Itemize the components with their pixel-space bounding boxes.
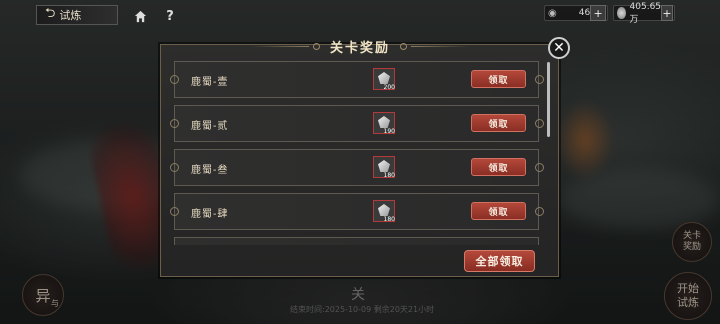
reward-row-name: 鹿蜀-肆 [191,209,229,220]
reward-item[interactable]: 190 [373,112,395,135]
reward-row-name: 鹿蜀-叁 [191,165,229,176]
reward-item[interactable]: 180 [373,200,395,223]
reward-qty: 200 [383,84,395,91]
back-label: 试炼 [59,9,82,22]
row-ornament [535,163,544,172]
reward-qty: 190 [383,128,395,135]
modal-title-bar: 关卡奖励 [250,36,471,56]
row-ornament [535,119,544,128]
home-icon [134,10,146,22]
claim-button[interactable]: 领取 [471,114,526,132]
row-ornament [170,207,179,216]
currency-value: 405.65万 [629,1,662,25]
title-ornament [400,42,408,50]
reward-item[interactable]: 180 [373,156,395,179]
reward-row: 鹿蜀-叁 180 领取 [174,149,539,186]
energy-value: 46 [578,8,591,18]
energy-display: ◉ 46 + [544,5,608,21]
home-button[interactable] [130,6,150,26]
claim-button[interactable]: 领取 [471,70,526,88]
back-button[interactable]: ⮌ 试炼 [36,5,118,25]
title-ornament [313,42,320,50]
row-ornament [170,119,179,128]
title-divider [250,45,309,47]
reward-row: 鹿蜀-壹 200 领取 [174,61,539,98]
claim-button[interactable]: 领取 [471,202,526,220]
help-icon: ? [166,8,174,24]
claim-button[interactable]: 领取 [471,158,526,176]
title-divider [411,45,471,47]
reward-row-name: 鹿蜀-贰 [191,121,229,132]
currency-plus-button[interactable]: + [661,5,673,21]
modal-title: 关卡奖励 [330,40,391,56]
reward-row: 鹿蜀-肆 180 领取 [174,193,539,230]
back-arrow-icon: ⮌ [45,6,56,21]
reward-item[interactable]: 200 [373,68,395,91]
row-ornament [535,207,544,216]
crystal-icon [378,204,390,216]
energy-plus-button[interactable]: + [590,5,606,21]
claim-all-button[interactable]: 全部领取 [464,250,535,272]
reward-row-name: 鹿蜀-壹 [191,77,229,88]
reward-qty: 180 [383,172,395,179]
crystal-icon [378,116,390,128]
reward-qty: 180 [383,216,395,223]
eye-icon: ◉ [548,7,557,19]
close-button[interactable]: ✕ [548,37,570,59]
reward-row: 鹿蜀-贰 190 领取 [174,105,539,142]
crystal-icon [378,160,390,172]
row-ornament [170,75,179,84]
help-button[interactable]: ? [160,6,180,26]
crystal-icon [378,72,390,84]
reward-row-partial [174,237,539,245]
close-icon: ✕ [553,40,565,56]
row-ornament [170,163,179,172]
reward-list-scrollbar[interactable] [547,62,550,137]
coin-icon [617,7,626,19]
row-ornament [535,75,544,84]
currency-display: 405.65万 + [613,2,675,25]
